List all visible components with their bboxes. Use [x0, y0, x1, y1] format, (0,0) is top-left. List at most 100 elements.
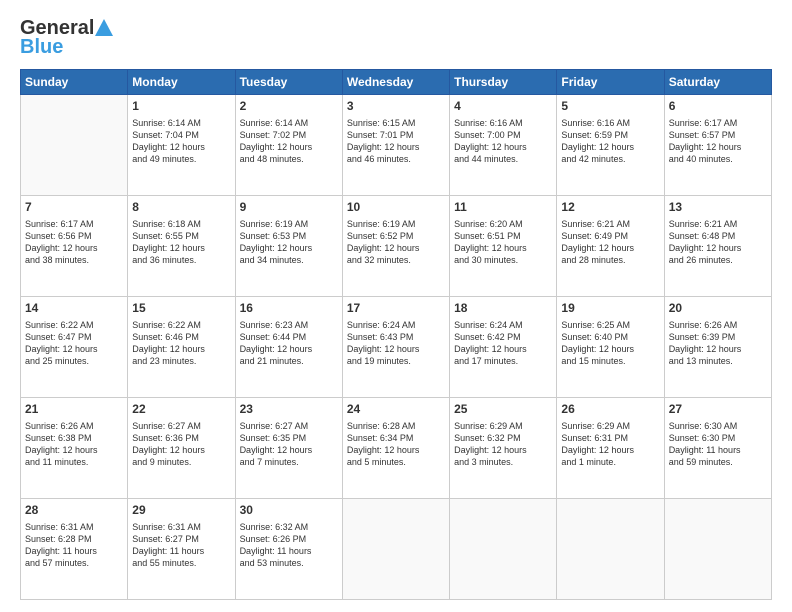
calendar-cell: 25Sunrise: 6:29 AM Sunset: 6:32 PM Dayli… — [450, 398, 557, 499]
day-number: 15 — [132, 300, 230, 317]
calendar-cell: 16 Sunrise: 6:23 AM Sunset: 6:44 PM Dayli… — [235, 297, 342, 398]
day-number: 7 — [25, 199, 123, 216]
cell-content: Sunrise: 6:21 AM Sunset: 6:49 PM Dayligh… — [561, 218, 659, 267]
day-number: 27 — [669, 401, 767, 418]
logo: General Blue — [20, 18, 114, 59]
cell-content: Sunrise: 6:25 AM Sunset: 6:40 PM Dayligh… — [561, 319, 659, 368]
day-number: 6 — [669, 98, 767, 115]
cell-content: Sunrise: 6:31 AM Sunset: 6:27 PM Dayligh… — [132, 521, 230, 570]
calendar-cell — [664, 499, 771, 600]
calendar-week-row: 14 Sunrise: 6:22 AM Sunset: 6:47 PM Dayli… — [21, 297, 772, 398]
calendar-cell: 26 Sunrise: 6:29 AM Sunset: 6:31 PM Dayli… — [557, 398, 664, 499]
day-number: 14 — [25, 300, 123, 317]
calendar-cell: 15Sunrise: 6:22 AM Sunset: 6:46 PM Dayli… — [128, 297, 235, 398]
calendar-cell: 6 Sunrise: 6:17 AM Sunset: 6:57 PM Daylig… — [664, 95, 771, 196]
day-number: 1 — [132, 98, 230, 115]
day-header-wednesday: Wednesday — [342, 70, 449, 95]
calendar-cell: 19Sunrise: 6:25 AM Sunset: 6:40 PM Dayli… — [557, 297, 664, 398]
cell-content: Sunrise: 6:18 AM Sunset: 6:55 PM Dayligh… — [132, 218, 230, 267]
logo-blue-text: Blue — [20, 36, 63, 59]
day-number: 21 — [25, 401, 123, 418]
cell-content: Sunrise: 6:27 AM Sunset: 6:35 PM Dayligh… — [240, 420, 338, 469]
day-number: 13 — [669, 199, 767, 216]
logo-general-text: General — [20, 18, 94, 38]
calendar-cell — [21, 95, 128, 196]
day-number: 2 — [240, 98, 338, 115]
day-number: 5 — [561, 98, 659, 115]
calendar-cell — [557, 499, 664, 600]
day-number: 26 — [561, 401, 659, 418]
calendar-cell: 14 Sunrise: 6:22 AM Sunset: 6:47 PM Dayli… — [21, 297, 128, 398]
day-number: 8 — [132, 199, 230, 216]
calendar-header-row: SundayMondayTuesdayWednesdayThursdayFrid… — [21, 70, 772, 95]
day-number: 3 — [347, 98, 445, 115]
calendar-week-row: 28Sunrise: 6:31 AM Sunset: 6:28 PM Dayli… — [21, 499, 772, 600]
day-number: 20 — [669, 300, 767, 317]
day-number: 16 — [240, 300, 338, 317]
cell-content: Sunrise: 6:23 AM Sunset: 6:44 PM Dayligh… — [240, 319, 338, 368]
cell-content: Sunrise: 6:29 AM Sunset: 6:31 PM Dayligh… — [561, 420, 659, 469]
cell-content: Sunrise: 6:15 AM Sunset: 7:01 PM Dayligh… — [347, 117, 445, 166]
cell-content: Sunrise: 6:26 AM Sunset: 6:38 PM Dayligh… — [25, 420, 123, 469]
cell-content: Sunrise: 6:22 AM Sunset: 6:47 PM Dayligh… — [25, 319, 123, 368]
calendar-cell: 5 Sunrise: 6:16 AM Sunset: 6:59 PM Daylig… — [557, 95, 664, 196]
day-number: 9 — [240, 199, 338, 216]
calendar-cell: 30Sunrise: 6:32 AM Sunset: 6:26 PM Dayli… — [235, 499, 342, 600]
day-number: 22 — [132, 401, 230, 418]
calendar-cell: 4 Sunrise: 6:16 AM Sunset: 7:00 PM Daylig… — [450, 95, 557, 196]
cell-content: Sunrise: 6:17 AM Sunset: 6:57 PM Dayligh… — [669, 117, 767, 166]
day-number: 4 — [454, 98, 552, 115]
cell-content: Sunrise: 6:20 AM Sunset: 6:51 PM Dayligh… — [454, 218, 552, 267]
calendar-cell: 24Sunrise: 6:28 AM Sunset: 6:34 PM Dayli… — [342, 398, 449, 499]
cell-content: Sunrise: 6:32 AM Sunset: 6:26 PM Dayligh… — [240, 521, 338, 570]
day-number: 18 — [454, 300, 552, 317]
cell-content: Sunrise: 6:17 AM Sunset: 6:56 PM Dayligh… — [25, 218, 123, 267]
calendar-cell: 10 Sunrise: 6:19 AM Sunset: 6:52 PM Dayli… — [342, 196, 449, 297]
calendar-cell: 8 Sunrise: 6:18 AM Sunset: 6:55 PM Daylig… — [128, 196, 235, 297]
day-number: 25 — [454, 401, 552, 418]
day-number: 24 — [347, 401, 445, 418]
cell-content: Sunrise: 6:19 AM Sunset: 6:52 PM Dayligh… — [347, 218, 445, 267]
day-number: 12 — [561, 199, 659, 216]
calendar-cell: 3 Sunrise: 6:15 AM Sunset: 7:01 PM Daylig… — [342, 95, 449, 196]
calendar-cell: 2 Sunrise: 6:14 AM Sunset: 7:02 PM Daylig… — [235, 95, 342, 196]
calendar-cell: 29Sunrise: 6:31 AM Sunset: 6:27 PM Dayli… — [128, 499, 235, 600]
cell-content: Sunrise: 6:19 AM Sunset: 6:53 PM Dayligh… — [240, 218, 338, 267]
cell-content: Sunrise: 6:26 AM Sunset: 6:39 PM Dayligh… — [669, 319, 767, 368]
page-header: General Blue — [20, 18, 772, 59]
cell-content: Sunrise: 6:14 AM Sunset: 7:04 PM Dayligh… — [132, 117, 230, 166]
cell-content: Sunrise: 6:16 AM Sunset: 7:00 PM Dayligh… — [454, 117, 552, 166]
day-header-thursday: Thursday — [450, 70, 557, 95]
cell-content: Sunrise: 6:16 AM Sunset: 6:59 PM Dayligh… — [561, 117, 659, 166]
cell-content: Sunrise: 6:21 AM Sunset: 6:48 PM Dayligh… — [669, 218, 767, 267]
calendar-cell: 18Sunrise: 6:24 AM Sunset: 6:42 PM Dayli… — [450, 297, 557, 398]
day-header-saturday: Saturday — [664, 70, 771, 95]
calendar-cell: 11 Sunrise: 6:20 AM Sunset: 6:51 PM Dayli… — [450, 196, 557, 297]
day-header-friday: Friday — [557, 70, 664, 95]
calendar-cell: 22Sunrise: 6:27 AM Sunset: 6:36 PM Dayli… — [128, 398, 235, 499]
logo-triangle-icon — [94, 18, 114, 38]
day-number: 11 — [454, 199, 552, 216]
calendar-cell: 9 Sunrise: 6:19 AM Sunset: 6:53 PM Daylig… — [235, 196, 342, 297]
day-number: 17 — [347, 300, 445, 317]
calendar-table: SundayMondayTuesdayWednesdayThursdayFrid… — [20, 69, 772, 600]
calendar-week-row: 7 Sunrise: 6:17 AM Sunset: 6:56 PM Daylig… — [21, 196, 772, 297]
calendar-cell — [450, 499, 557, 600]
calendar-cell: 1 Sunrise: 6:14 AM Sunset: 7:04 PM Daylig… — [128, 95, 235, 196]
day-header-tuesday: Tuesday — [235, 70, 342, 95]
calendar-cell: 13 Sunrise: 6:21 AM Sunset: 6:48 PM Dayli… — [664, 196, 771, 297]
day-header-monday: Monday — [128, 70, 235, 95]
calendar-cell: 23 Sunrise: 6:27 AM Sunset: 6:35 PM Dayli… — [235, 398, 342, 499]
cell-content: Sunrise: 6:14 AM Sunset: 7:02 PM Dayligh… — [240, 117, 338, 166]
calendar-week-row: 1 Sunrise: 6:14 AM Sunset: 7:04 PM Daylig… — [21, 95, 772, 196]
calendar-cell: 28Sunrise: 6:31 AM Sunset: 6:28 PM Dayli… — [21, 499, 128, 600]
day-number: 10 — [347, 199, 445, 216]
calendar-cell: 17 Sunrise: 6:24 AM Sunset: 6:43 PM Dayli… — [342, 297, 449, 398]
calendar-cell — [342, 499, 449, 600]
cell-content: Sunrise: 6:31 AM Sunset: 6:28 PM Dayligh… — [25, 521, 123, 570]
cell-content: Sunrise: 6:24 AM Sunset: 6:43 PM Dayligh… — [347, 319, 445, 368]
calendar-cell: 27Sunrise: 6:30 AM Sunset: 6:30 PM Dayli… — [664, 398, 771, 499]
day-number: 23 — [240, 401, 338, 418]
calendar-cell: 20 Sunrise: 6:26 AM Sunset: 6:39 PM Dayli… — [664, 297, 771, 398]
calendar-cell: 7 Sunrise: 6:17 AM Sunset: 6:56 PM Daylig… — [21, 196, 128, 297]
